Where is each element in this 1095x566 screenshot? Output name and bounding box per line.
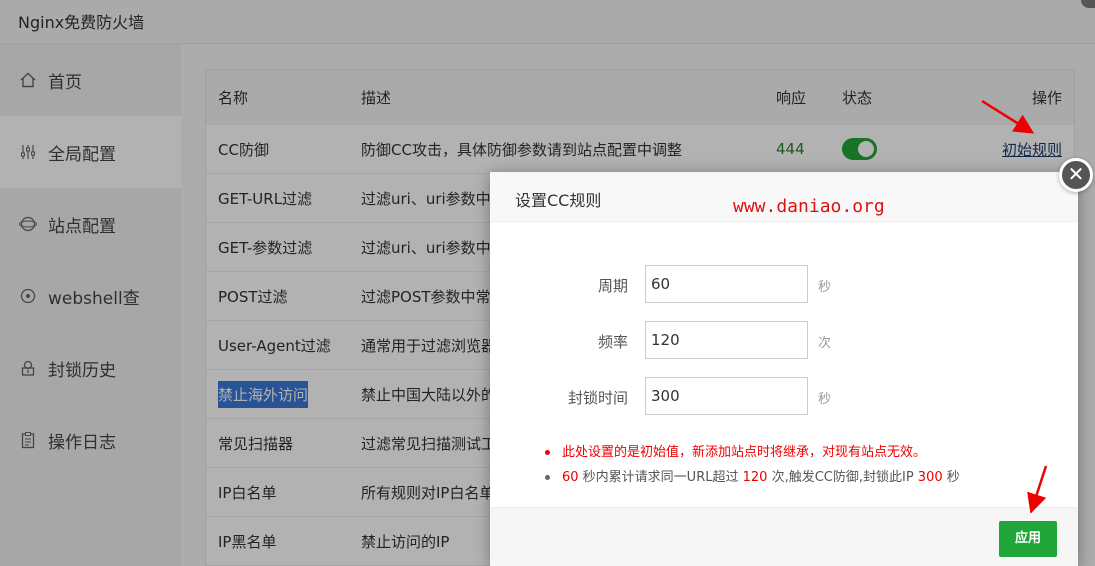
bullet-icon <box>545 475 550 480</box>
frequency-unit: 次 <box>818 336 832 351</box>
summary-period: 60 <box>562 470 579 485</box>
frequency-row: 频率 120 次 <box>490 321 1078 359</box>
close-button[interactable]: ✕ <box>1059 158 1093 192</box>
summary-frequency: 120 <box>742 470 768 485</box>
summary-text-1: 秒内累计请求同一URL超过 <box>578 470 743 485</box>
summary-text-3: 秒 <box>942 470 960 485</box>
summary-block-time: 300 <box>917 470 943 485</box>
cc-rule-dialog: 设置CC规则 www.daniao.org ✕ 周期 60 秒 频率 120 次… <box>490 158 1093 566</box>
watermark-text: www.daniao.org <box>733 196 885 217</box>
frequency-label: 频率 <box>597 333 628 351</box>
period-input[interactable]: 60 <box>645 265 808 303</box>
note-text: 此处设置的是初始值，新添加站点时将继承，对现有站点无效。 <box>562 445 927 460</box>
block-time-row: 封锁时间 300 秒 <box>490 377 1078 415</box>
period-unit: 秒 <box>818 280 832 295</box>
period-label: 周期 <box>597 277 628 295</box>
apply-button[interactable]: 应用 <box>999 521 1057 557</box>
dialog-header: 设置CC规则 www.daniao.org <box>490 172 1078 222</box>
block-time-input[interactable]: 300 <box>645 377 808 415</box>
dialog-title: 设置CC规则 <box>515 191 602 210</box>
note-summary: 60 秒内累计请求同一URL超过 120 次,触发CC防御,封锁此IP 300 … <box>542 469 1062 494</box>
summary-text-2: 次,触发CC防御,封锁此IP <box>767 470 918 485</box>
bullet-icon <box>545 450 550 455</box>
block-time-unit: 秒 <box>818 392 832 407</box>
help-notes: 此处设置的是初始值，新添加站点时将继承，对现有站点无效。 60 秒内累计请求同一… <box>542 444 1062 494</box>
period-row: 周期 60 秒 <box>490 265 1078 303</box>
block-time-label: 封锁时间 <box>567 389 628 407</box>
dialog-footer: 应用 <box>490 507 1078 566</box>
note-initial-value: 此处设置的是初始值，新添加站点时将继承，对现有站点无效。 <box>542 444 1062 469</box>
frequency-input[interactable]: 120 <box>645 321 808 359</box>
